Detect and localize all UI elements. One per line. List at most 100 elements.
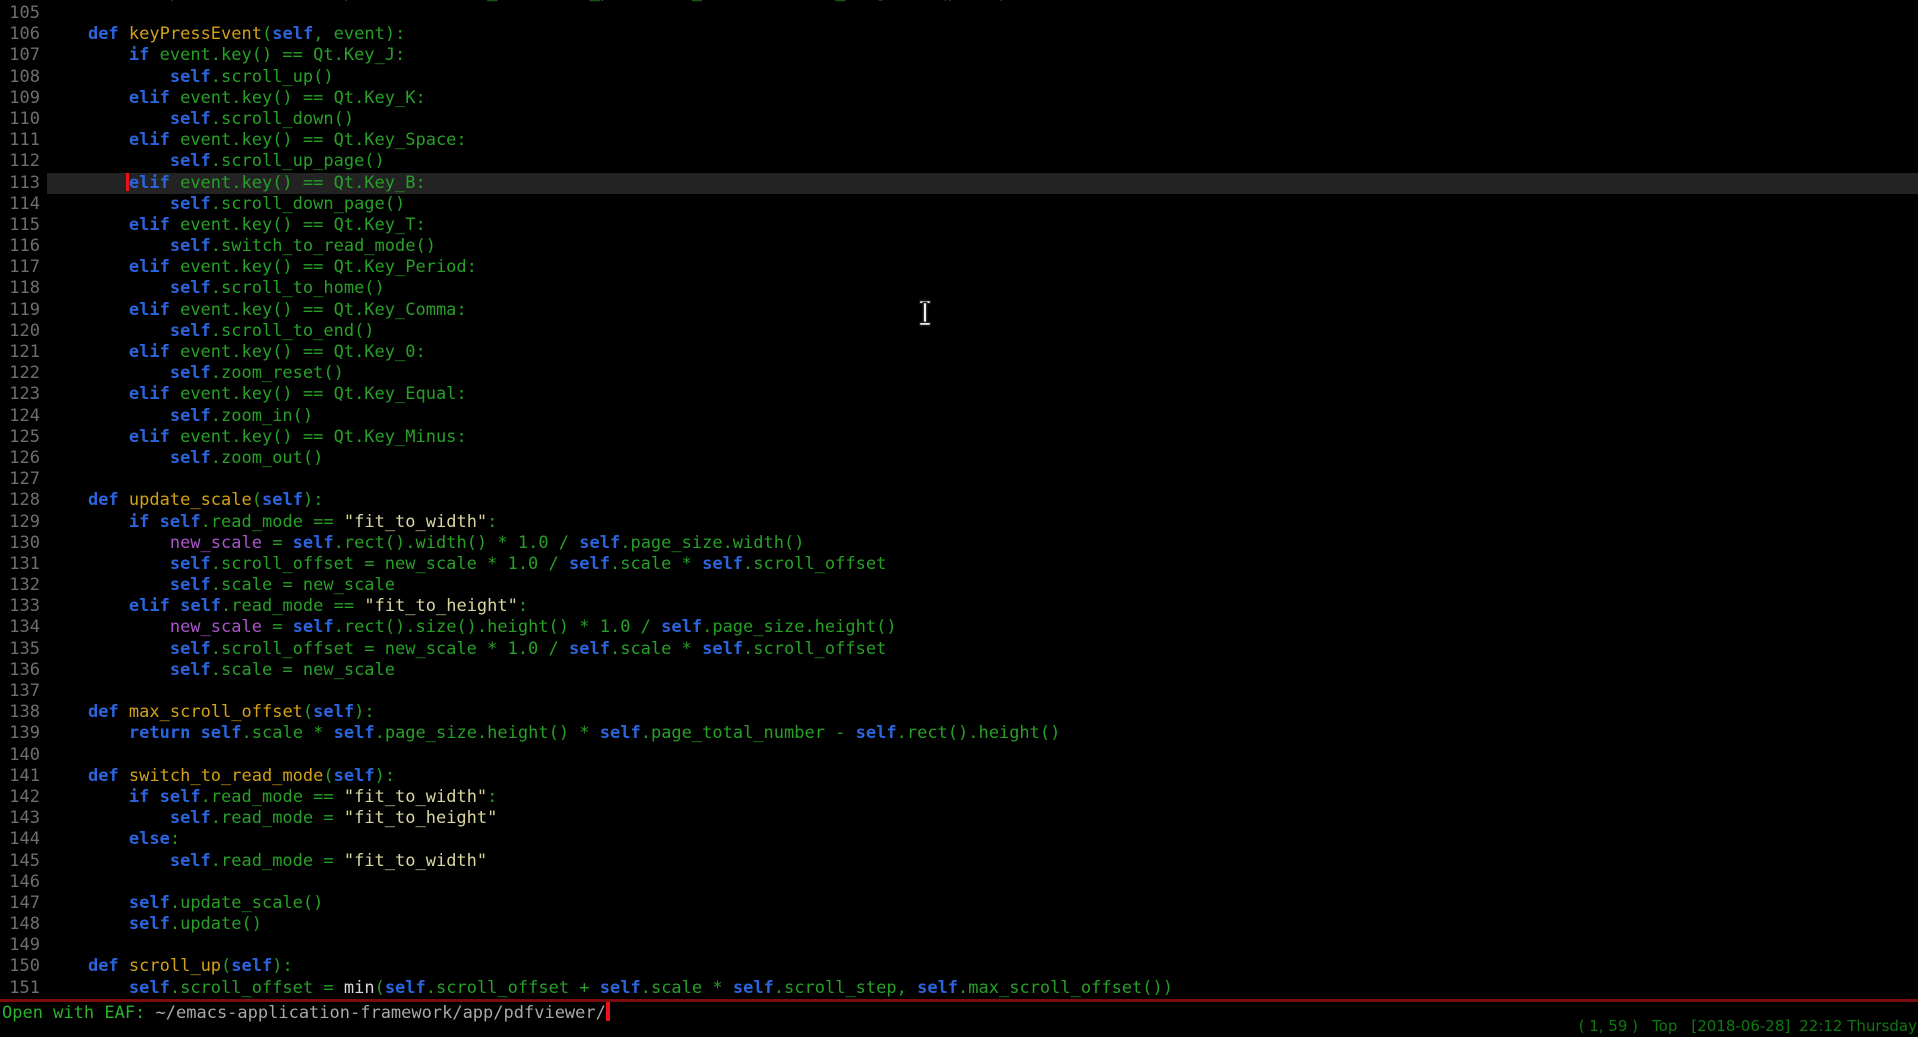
code-line[interactable]: 115 elif event.key() == Qt.Key_T: <box>0 215 1918 236</box>
code-line[interactable]: 118 self.scroll_to_home() <box>0 278 1918 299</box>
code-line[interactable]: 123 elif event.key() == Qt.Key_Equal: <box>0 384 1918 405</box>
code-text: self.scroll_to_home() <box>47 278 1918 299</box>
code-line[interactable]: 148 self.update() <box>0 914 1918 935</box>
code-line[interactable]: 138 def max_scroll_offset(self): <box>0 702 1918 723</box>
code-text <box>47 469 1918 490</box>
code-line[interactable]: 141 def switch_to_read_mode(self): <box>0 766 1918 787</box>
day: Thursday <box>1847 1017 1917 1035</box>
line-number: 125 <box>0 427 47 448</box>
line-number: 133 <box>0 596 47 617</box>
line-number: 121 <box>0 342 47 363</box>
line-number: 107 <box>0 45 47 66</box>
code-text: def scroll_up(self): <box>47 956 1918 977</box>
code-line[interactable]: 145 self.read_mode = "fit_to_width" <box>0 851 1918 872</box>
code-text: self.scale = new_scale <box>47 660 1918 681</box>
code-line[interactable]: 119 elif event.key() == Qt.Key_Comma: <box>0 300 1918 321</box>
line-number: 131 <box>0 554 47 575</box>
code-line[interactable]: 127 <box>0 469 1918 490</box>
code-text: return self.scale * self.page_size.heigh… <box>47 723 1918 744</box>
code-line[interactable]: 126 self.zoom_out() <box>0 448 1918 469</box>
code-line[interactable]: 131 self.scroll_offset = new_scale * 1.0… <box>0 554 1918 575</box>
code-line[interactable]: 129 if self.read_mode == "fit_to_width": <box>0 512 1918 533</box>
code-line[interactable]: 140 <box>0 745 1918 766</box>
code-line[interactable]: 149 <box>0 935 1918 956</box>
line-number: 147 <box>0 893 47 914</box>
line-number: 120 <box>0 321 47 342</box>
line-number: 141 <box>0 766 47 787</box>
line-number: 119 <box>0 300 47 321</box>
line-number: 124 <box>0 406 47 427</box>
code-text: elif event.key() == Qt.Key_Equal: <box>47 384 1918 405</box>
code-line[interactable]: 144 else: <box>0 829 1918 850</box>
cursor-position: ( 1, 59 ) <box>1579 1017 1638 1035</box>
line-number: 148 <box>0 914 47 935</box>
code-line[interactable]: 124 self.zoom_in() <box>0 406 1918 427</box>
code-line[interactable]: 147 self.update_scale() <box>0 893 1918 914</box>
code-line[interactable]: 120 self.scroll_to_end() <box>0 321 1918 342</box>
code-line[interactable]: 139 return self.scale * self.page_size.h… <box>0 723 1918 744</box>
code-line[interactable]: 135 self.scroll_offset = new_scale * 1.0… <box>0 639 1918 660</box>
line-number: 130 <box>0 533 47 554</box>
code-line[interactable]: 121 elif event.key() == Qt.Key_0: <box>0 342 1918 363</box>
code-text <box>47 872 1918 893</box>
line-number: 108 <box>0 67 47 88</box>
code-text: self.read_mode = "fit_to_width" <box>47 851 1918 872</box>
code-text: self.zoom_in() <box>47 406 1918 427</box>
minibuffer-input[interactable]: ~/emacs-application-framework/app/pdfvie… <box>156 1003 606 1023</box>
code-line[interactable]: 107 if event.key() == Qt.Key_J: <box>0 45 1918 66</box>
minibuffer-cursor <box>606 1002 610 1021</box>
code-buffer[interactable]: painter.drawPixmap(QRect(render_x, rende… <box>0 0 1918 999</box>
line-number: 149 <box>0 935 47 956</box>
code-line[interactable]: 151 self.scroll_offset = min(self.scroll… <box>0 978 1918 999</box>
line-number: 115 <box>0 215 47 236</box>
line-number: 151 <box>0 978 47 999</box>
code-line[interactable]: 109 elif event.key() == Qt.Key_K: <box>0 88 1918 109</box>
code-line[interactable]: 108 self.scroll_up() <box>0 67 1918 88</box>
code-line[interactable]: 106 def keyPressEvent(self, event): <box>0 24 1918 45</box>
code-line[interactable]: 112 self.scroll_up_page() <box>0 151 1918 172</box>
line-number: 145 <box>0 851 47 872</box>
code-line[interactable]: 128 def update_scale(self): <box>0 490 1918 511</box>
code-text: if self.read_mode == "fit_to_width": <box>47 512 1918 533</box>
code-text: def switch_to_read_mode(self): <box>47 766 1918 787</box>
code-text: def keyPressEvent(self, event): <box>47 24 1918 45</box>
code-text: elif event.key() == Qt.Key_0: <box>47 342 1918 363</box>
code-line[interactable]: 110 self.scroll_down() <box>0 109 1918 130</box>
code-line[interactable]: 142 if self.read_mode == "fit_to_width": <box>0 787 1918 808</box>
code-line[interactable]: 132 self.scale = new_scale <box>0 575 1918 596</box>
code-line[interactable]: 117 elif event.key() == Qt.Key_Period: <box>0 257 1918 278</box>
date: [2018-06-28] <box>1691 1017 1790 1035</box>
code-line[interactable]: 114 self.scroll_down_page() <box>0 194 1918 215</box>
code-line[interactable]: 111 elif event.key() == Qt.Key_Space: <box>0 130 1918 151</box>
line-number: 140 <box>0 745 47 766</box>
emacs-frame: { "colors": { "background": "#000000", "… <box>0 0 1918 1037</box>
line-number: 138 <box>0 702 47 723</box>
code-line[interactable]: 143 self.read_mode = "fit_to_height" <box>0 808 1918 829</box>
line-number: 114 <box>0 194 47 215</box>
code-text: self.scroll_offset = new_scale * 1.0 / s… <box>47 639 1918 660</box>
code-line[interactable]: 116 self.switch_to_read_mode() <box>0 236 1918 257</box>
line-number: 143 <box>0 808 47 829</box>
code-line[interactable]: 134 new_scale = self.rect().size().heigh… <box>0 617 1918 638</box>
code-line[interactable]: 136 self.scale = new_scale <box>0 660 1918 681</box>
code-line[interactable]: 122 self.zoom_reset() <box>0 363 1918 384</box>
ibeam-mouse-pointer <box>916 299 934 327</box>
code-line[interactable]: 137 <box>0 681 1918 702</box>
code-text <box>47 935 1918 956</box>
code-text <box>47 681 1918 702</box>
code-line[interactable]: 150 def scroll_up(self): <box>0 956 1918 977</box>
code-line[interactable]: 130 new_scale = self.rect().width() * 1.… <box>0 533 1918 554</box>
code-text: self.switch_to_read_mode() <box>47 236 1918 257</box>
line-number: 129 <box>0 512 47 533</box>
code-line[interactable]: 113 elif event.key() == Qt.Key_B: <box>0 173 1918 194</box>
code-line[interactable]: 146 <box>0 872 1918 893</box>
line-number: 142 <box>0 787 47 808</box>
code-line[interactable]: 125 elif event.key() == Qt.Key_Minus: <box>0 427 1918 448</box>
line-number: 106 <box>0 24 47 45</box>
code-line[interactable]: 105 <box>0 3 1918 24</box>
code-text: self.scroll_offset = new_scale * 1.0 / s… <box>47 554 1918 575</box>
code-text: self.scroll_up_page() <box>47 151 1918 172</box>
code-text: elif self.read_mode == "fit_to_height": <box>47 596 1918 617</box>
code-text: elif event.key() == Qt.Key_K: <box>47 88 1918 109</box>
code-line[interactable]: 133 elif self.read_mode == "fit_to_heigh… <box>0 596 1918 617</box>
